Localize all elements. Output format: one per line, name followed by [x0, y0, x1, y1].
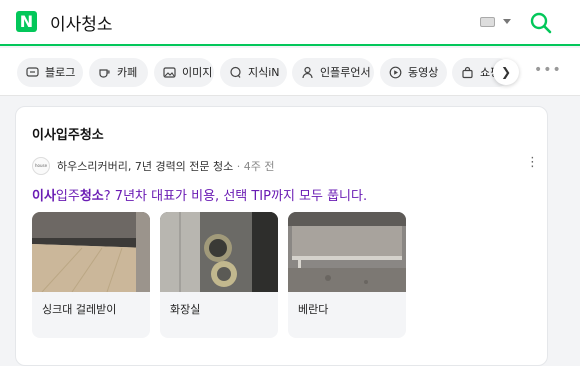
- keyboard-icon[interactable]: [480, 17, 495, 27]
- blog-icon: [26, 67, 39, 77]
- cafe-cup-icon: [99, 69, 110, 78]
- source-name[interactable]: 하우스리커버리, 7년 경력의 전문 청소: [57, 160, 233, 173]
- headline-text: 입주: [55, 189, 80, 204]
- thumbnail-caption: 베란다: [298, 303, 329, 316]
- search-header: N 이사청소: [0, 0, 580, 46]
- tabs-next-button[interactable]: ❯: [493, 59, 519, 85]
- tab-influencer[interactable]: 인플루언서: [292, 58, 374, 87]
- headline-text: ? 7년차 대표가 비용, 선택 TIP까지 모두 풉니다.: [103, 189, 368, 204]
- search-query-text[interactable]: 이사청소: [50, 10, 113, 35]
- source-avatar[interactable]: house recovery: [32, 157, 50, 175]
- tab-cafe[interactable]: 카페: [89, 58, 148, 87]
- tab-label: 지식iN: [248, 66, 280, 79]
- chevron-right-icon: ❯: [500, 65, 512, 79]
- tab-image[interactable]: 이미지: [154, 58, 214, 87]
- blog-result-card: 이사입주청소 house recovery 하우스리커버리, 7년 경력의 전문…: [15, 106, 548, 366]
- thumbnail-card[interactable]: 베란다: [288, 212, 406, 338]
- more-icon[interactable]: •••: [534, 62, 562, 78]
- shopping-bag-icon: [462, 66, 473, 79]
- source-line: 하우스리커버리, 7년 경력의 전문 청소 · 4주 전: [57, 158, 275, 174]
- thumbnail-card[interactable]: 화장실: [160, 212, 278, 338]
- tab-label: 카페: [117, 66, 138, 79]
- separator: ·: [233, 160, 244, 173]
- knowledge-bubble-icon: [230, 66, 241, 78]
- tab-label: 동영상: [408, 66, 439, 79]
- thumbnail-card[interactable]: 싱크대 걸레받이: [32, 212, 150, 338]
- post-time: 4주 전: [243, 160, 275, 173]
- thumbnail-image: [288, 212, 406, 292]
- person-icon: [302, 66, 313, 79]
- tab-video[interactable]: 동영상: [380, 58, 447, 87]
- image-icon: [163, 67, 176, 78]
- headline-keyword: 이사: [32, 189, 56, 204]
- thumbnail-image: [160, 212, 278, 292]
- tab-knowledge-in[interactable]: 지식iN: [220, 58, 287, 87]
- headline-keyword: 청소: [79, 189, 104, 204]
- tab-blog[interactable]: 블로그: [17, 58, 83, 87]
- play-icon: [389, 66, 402, 79]
- card-title[interactable]: 이사입주청소: [32, 124, 104, 143]
- thumbnail-image: [32, 212, 150, 292]
- tab-label: 블로그: [45, 66, 76, 79]
- thumbnail-caption: 싱크대 걸레받이: [42, 303, 117, 316]
- naver-logo[interactable]: N: [16, 11, 37, 32]
- thumbnail-caption: 화장실: [170, 303, 201, 316]
- kebab-menu-icon[interactable]: ⋮: [526, 156, 539, 169]
- search-icon[interactable]: [529, 11, 553, 35]
- search-category-tabs: 블로그 카페 이미지 지식iN 인플루언서 동영상 쇼핑 ❯ •••: [0, 48, 580, 96]
- tab-label: 이미지: [182, 66, 213, 79]
- post-headline-link[interactable]: 이사입주청소? 7년차 대표가 비용, 선택 TIP까지 모두 풉니다.: [32, 185, 367, 204]
- tab-label: 인플루언서: [320, 66, 371, 79]
- chevron-down-icon[interactable]: [503, 19, 511, 24]
